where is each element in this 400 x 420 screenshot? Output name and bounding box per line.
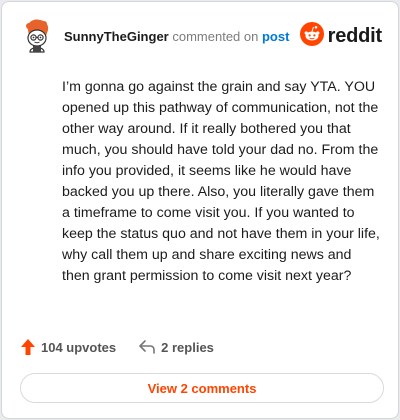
author-username[interactable]: SunnyTheGinger [64,29,169,44]
reply-count: 2 replies [161,339,214,355]
reddit-brand[interactable]: reddit [299,21,383,51]
replies-button[interactable]: 2 replies [138,339,214,355]
comment-header: SunnyTheGinger commented on post reddit [20,16,382,56]
comment-body: I’m gonna go against the grain and say Y… [62,79,380,284]
reddit-wordmark: reddit [327,24,383,47]
comment-meta: SunnyTheGinger commented on post [64,29,289,44]
post-link[interactable]: post [262,29,289,44]
upvote-button[interactable]: 104 upvotes [20,338,116,356]
upvote-arrow-icon [21,339,35,355]
reddit-logo-icon [299,21,324,51]
comment-card: SunnyTheGinger commented on post reddit [1,1,399,419]
snoo-avatar-icon[interactable] [20,18,54,54]
upvote-count: 104 upvotes [41,339,117,355]
comment-actions: 104 upvotes 2 replies [20,338,214,356]
reply-arrow-icon [139,340,155,354]
action-text: commented on [172,28,259,44]
view-comments-button[interactable]: View 2 comments [20,373,384,403]
